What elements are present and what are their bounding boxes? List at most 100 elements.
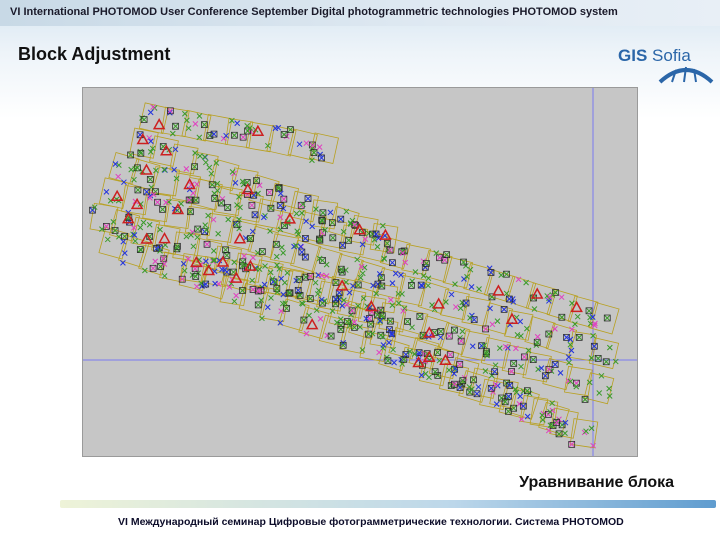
tie-point-icon xyxy=(502,343,509,350)
tie-point-icon xyxy=(210,248,217,254)
tie-point-icon xyxy=(248,201,256,209)
tie-point-icon xyxy=(149,264,157,272)
tie-point-icon xyxy=(185,125,192,132)
tie-point-icon xyxy=(469,343,476,350)
tie-point-icon xyxy=(409,324,415,331)
tie-point-icon xyxy=(169,130,176,137)
tie-point-icon xyxy=(581,396,589,403)
footer-text: VI Международный семинар Цифровые фотогр… xyxy=(118,516,624,528)
tie-point-icon xyxy=(298,210,305,216)
tie-point-icon xyxy=(408,282,415,289)
tie-point-icon xyxy=(389,259,396,267)
tie-point-icon xyxy=(277,190,284,197)
tie-point-icon xyxy=(202,222,209,228)
block-scheme-canvas[interactable] xyxy=(83,88,637,456)
tie-point-icon xyxy=(134,186,142,194)
tie-point-icon xyxy=(518,363,524,370)
tie-point-icon xyxy=(223,252,231,259)
tie-point-icon xyxy=(215,230,222,237)
tie-point-icon xyxy=(557,369,564,376)
tie-point-icon xyxy=(523,279,529,286)
tie-point-icon xyxy=(218,199,225,207)
tie-point-icon xyxy=(194,234,201,241)
tie-point-icon xyxy=(446,367,452,373)
tie-point-icon xyxy=(569,300,575,307)
tie-point-icon xyxy=(229,169,236,175)
tie-point-icon xyxy=(153,167,159,174)
tie-point-icon xyxy=(461,276,467,282)
tie-point-icon xyxy=(154,198,161,206)
tie-point-icon xyxy=(531,306,538,312)
tie-point-icon xyxy=(232,179,239,186)
tie-point-icon xyxy=(202,159,209,166)
tie-point-icon xyxy=(231,131,238,139)
gis-sofia-logo: GIS Sofia xyxy=(618,34,716,84)
tie-point-icon xyxy=(266,188,273,196)
tie-point-icon xyxy=(146,221,153,228)
image-frame-icon xyxy=(269,233,300,265)
tie-point-icon xyxy=(233,292,240,299)
tie-point-icon xyxy=(337,326,345,333)
tie-point-icon xyxy=(249,228,256,235)
tie-point-icon xyxy=(475,384,482,390)
tie-point-icon xyxy=(552,326,558,332)
tie-point-icon xyxy=(505,295,513,303)
tie-point-icon xyxy=(572,321,578,327)
tie-point-icon xyxy=(574,313,581,320)
tie-point-icon xyxy=(337,215,345,223)
image-frame-icon xyxy=(191,237,223,270)
tie-point-icon xyxy=(297,243,304,250)
tie-point-icon xyxy=(448,291,455,298)
tie-point-icon xyxy=(254,301,262,309)
tie-point-icon xyxy=(132,238,139,244)
tie-point-icon xyxy=(376,349,382,356)
tie-point-icon xyxy=(425,282,431,289)
tie-point-icon xyxy=(272,240,280,248)
tie-point-icon xyxy=(344,301,350,308)
tie-point-icon xyxy=(183,233,190,240)
tie-point-icon xyxy=(510,360,518,367)
tie-point-icon xyxy=(146,176,154,183)
tie-point-icon xyxy=(583,428,589,435)
tie-point-icon xyxy=(446,351,454,358)
tie-point-icon xyxy=(562,430,568,437)
tie-point-icon xyxy=(498,272,505,278)
tie-point-icon xyxy=(120,238,127,245)
tie-point-icon xyxy=(445,332,453,340)
tie-point-icon xyxy=(523,387,531,395)
tie-point-icon xyxy=(136,246,144,253)
tie-point-icon xyxy=(192,121,199,127)
conference-header: VI International PHOTOMOD User Conferenc… xyxy=(10,6,618,18)
tie-point-icon xyxy=(503,270,510,278)
tie-point-icon xyxy=(104,236,111,243)
tie-point-icon xyxy=(365,315,373,322)
tie-point-icon xyxy=(457,305,464,312)
tie-point-icon xyxy=(115,173,122,180)
block-scheme-viewport[interactable] xyxy=(82,87,638,457)
tie-point-icon xyxy=(137,224,144,231)
tie-point-icon xyxy=(306,312,312,319)
tie-point-icon xyxy=(103,223,110,230)
control-point-triangle-icon xyxy=(233,232,247,244)
tie-point-icon xyxy=(255,190,261,197)
tie-point-icon xyxy=(391,359,397,366)
tie-point-icon xyxy=(332,279,340,286)
tie-point-icon xyxy=(197,153,203,159)
tie-point-icon xyxy=(251,211,259,219)
control-point-triangle-icon xyxy=(492,284,505,296)
tie-point-icon xyxy=(494,318,501,324)
tie-point-icon xyxy=(431,368,439,376)
tie-point-icon xyxy=(283,133,290,140)
tie-point-icon xyxy=(425,275,432,282)
tie-point-icon xyxy=(304,195,312,202)
tie-point-icon xyxy=(443,299,449,305)
image-frame-icon xyxy=(397,274,428,307)
tie-point-icon xyxy=(281,279,288,286)
tie-point-icon xyxy=(206,164,213,171)
tie-point-icon xyxy=(451,326,458,334)
tie-point-icon xyxy=(476,286,482,292)
tie-point-icon xyxy=(606,344,613,351)
tie-point-icon xyxy=(551,361,559,368)
tie-point-icon xyxy=(225,216,232,223)
tie-point-icon xyxy=(468,284,475,290)
